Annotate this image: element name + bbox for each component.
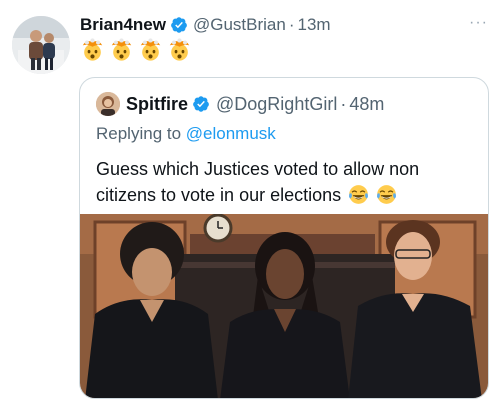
quoted-tweet-timestamp[interactable]: 48m — [349, 94, 384, 115]
quoted-tweet-photo[interactable] — [80, 214, 488, 398]
replying-to-label: Replying to — [96, 124, 186, 143]
header-separator: · — [340, 93, 347, 114]
exploding-head-icon — [82, 38, 103, 61]
header-separator: · — [288, 15, 295, 34]
quoted-tweet-text: Guess which Justices voted to allow non … — [96, 156, 476, 208]
tweet-text — [80, 37, 192, 62]
exploding-head-icon — [169, 38, 190, 61]
author-display-name[interactable]: Brian4new — [80, 15, 166, 35]
tears-of-joy-icon — [377, 185, 397, 204]
exploding-head-icon — [111, 38, 132, 61]
verified-badge-icon[interactable] — [170, 16, 188, 34]
more-options-icon[interactable]: ··· — [469, 14, 488, 32]
tears-of-joy-icon — [349, 185, 369, 204]
quoted-tweet-card[interactable]: Spitfire @DogRightGirl · 48m Replying to… — [79, 77, 489, 399]
author-handle[interactable]: @GustBrian — [193, 15, 286, 35]
tweet-header: Brian4new @GustBrian · 13m — [80, 14, 331, 36]
author-avatar[interactable] — [12, 16, 70, 74]
quoted-author-avatar[interactable] — [96, 92, 120, 116]
tweet-timestamp[interactable]: 13m — [298, 15, 331, 35]
quoted-tweet-body: Guess which Justices voted to allow non … — [96, 159, 420, 205]
quoted-tweet-header: Spitfire @DogRightGirl · 48m — [96, 92, 384, 116]
exploding-head-icon — [140, 38, 161, 61]
quoted-author-handle[interactable]: @DogRightGirl — [216, 94, 337, 115]
mention-link[interactable]: @elonmusk — [186, 124, 276, 143]
verified-badge-icon[interactable] — [192, 95, 210, 113]
replying-to: Replying to @elonmusk — [96, 124, 276, 144]
quoted-author-display-name[interactable]: Spitfire — [126, 94, 188, 115]
